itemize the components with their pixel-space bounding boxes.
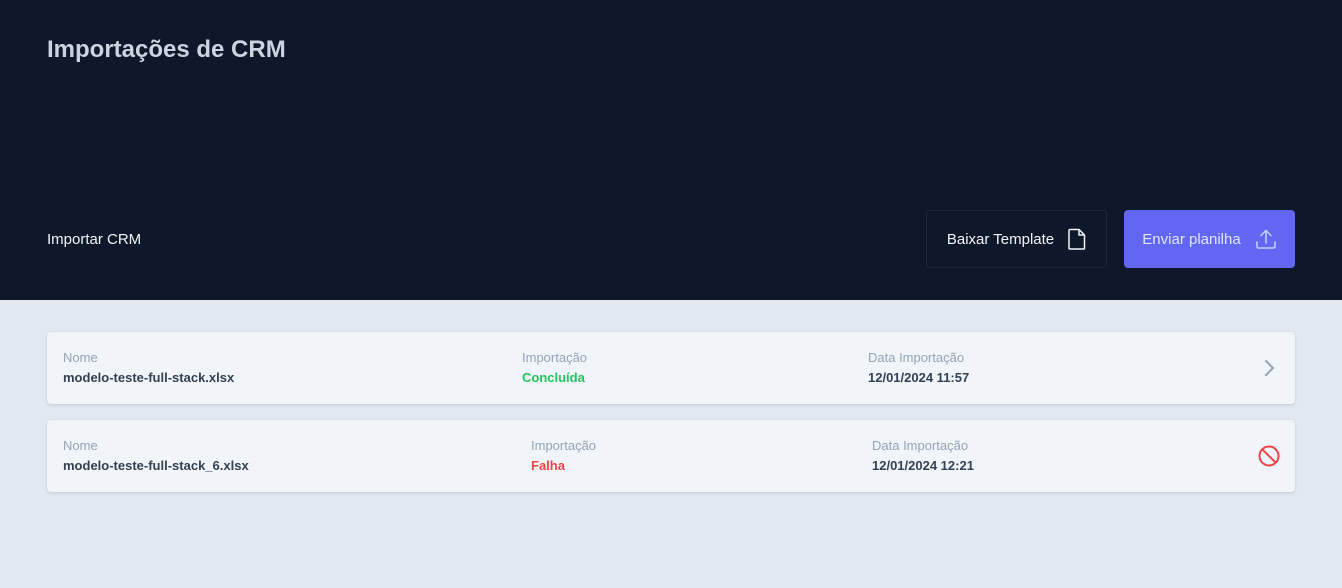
date-value: 12/01/2024 12:21 — [872, 458, 974, 473]
name-label: Nome — [63, 438, 98, 453]
upload-icon — [1255, 228, 1277, 250]
import-row[interactable]: Nome modelo-teste-full-stack.xlsx Import… — [47, 332, 1295, 404]
import-row[interactable]: Nome modelo-teste-full-stack_6.xlsx Impo… — [47, 420, 1295, 492]
date-cell: Data Importação 12/01/2024 12:21 — [872, 438, 974, 476]
download-template-button[interactable]: Baixar Template — [926, 210, 1107, 268]
imports-list: Nome modelo-teste-full-stack.xlsx Import… — [47, 332, 1295, 508]
name-cell: Nome modelo-teste-full-stack_6.xlsx — [63, 438, 249, 476]
name-label: Nome — [63, 350, 98, 365]
date-cell: Data Importação 12/01/2024 11:57 — [868, 350, 969, 388]
status-value: Concluída — [522, 370, 585, 385]
status-label: Importação — [531, 438, 597, 453]
file-name: modelo-teste-full-stack.xlsx — [63, 370, 235, 385]
upload-spreadsheet-label: Enviar planilha — [1142, 230, 1241, 248]
section-label: Importar CRM — [47, 231, 142, 248]
download-template-label: Baixar Template — [946, 230, 1055, 248]
page-title: Importações de CRM — [47, 36, 286, 63]
status-cell: Importação Falha — [531, 438, 596, 476]
date-label: Data Importação — [868, 350, 965, 365]
header: Importações de CRM Importar CRM Baixar T… — [0, 0, 1342, 300]
file-icon — [1068, 228, 1086, 250]
status-cell: Importação Concluída — [522, 350, 587, 388]
blocked-icon — [1257, 444, 1281, 468]
status-value: Falha — [531, 458, 565, 473]
file-name: modelo-teste-full-stack_6.xlsx — [63, 458, 249, 473]
name-cell: Nome modelo-teste-full-stack.xlsx — [63, 350, 234, 388]
status-label: Importação — [522, 350, 588, 365]
upload-spreadsheet-button[interactable]: Enviar planilha — [1124, 210, 1295, 268]
date-value: 12/01/2024 11:57 — [868, 370, 970, 385]
date-label: Data Importação — [872, 438, 969, 453]
chevron-right-icon[interactable] — [1257, 356, 1281, 380]
